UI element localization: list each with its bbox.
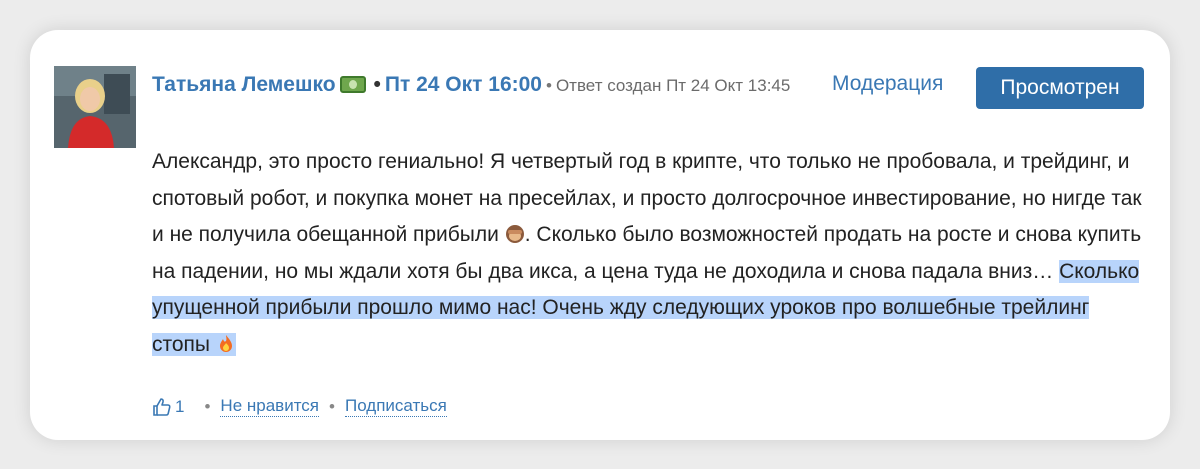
- fire-icon: [219, 334, 232, 352]
- dislike-link[interactable]: Не нравится: [220, 396, 320, 417]
- created-text: Ответ создан Пт 24 Окт 13:45: [555, 76, 791, 95]
- footer-separator: •: [204, 396, 211, 416]
- subscribe-link[interactable]: Подписаться: [344, 396, 447, 417]
- comment-datetime[interactable]: Пт 24 Окт 16:00: [385, 73, 542, 96]
- viewed-button[interactable]: Просмотрен: [976, 67, 1144, 109]
- comment-card: Татьяна Лемешко • Пт 24 Окт 16:00 • Ответ со…: [30, 30, 1170, 440]
- moderation-link[interactable]: Модерация: [832, 72, 943, 96]
- avatar[interactable]: [54, 66, 136, 148]
- comment-header: Татьяна Лемешко • Пт 24 Окт 16:00 • Ответ со…: [152, 68, 832, 103]
- thumbs-up-icon[interactable]: [152, 397, 172, 417]
- author-name[interactable]: Татьяна Лемешко: [152, 73, 336, 96]
- comment-body: Александр, это просто гениально! Я четве…: [152, 144, 1152, 363]
- avatar-photo: [54, 66, 136, 148]
- comment-footer: 1 • Не нравится • Подписаться: [152, 396, 447, 417]
- see-no-evil-monkey-icon: [505, 225, 524, 243]
- separator-bullet-small: •: [546, 76, 552, 95]
- separator-bullet: •: [373, 73, 381, 96]
- like-count: 1: [175, 396, 185, 416]
- money-icon: [339, 76, 366, 93]
- footer-separator: •: [329, 396, 335, 416]
